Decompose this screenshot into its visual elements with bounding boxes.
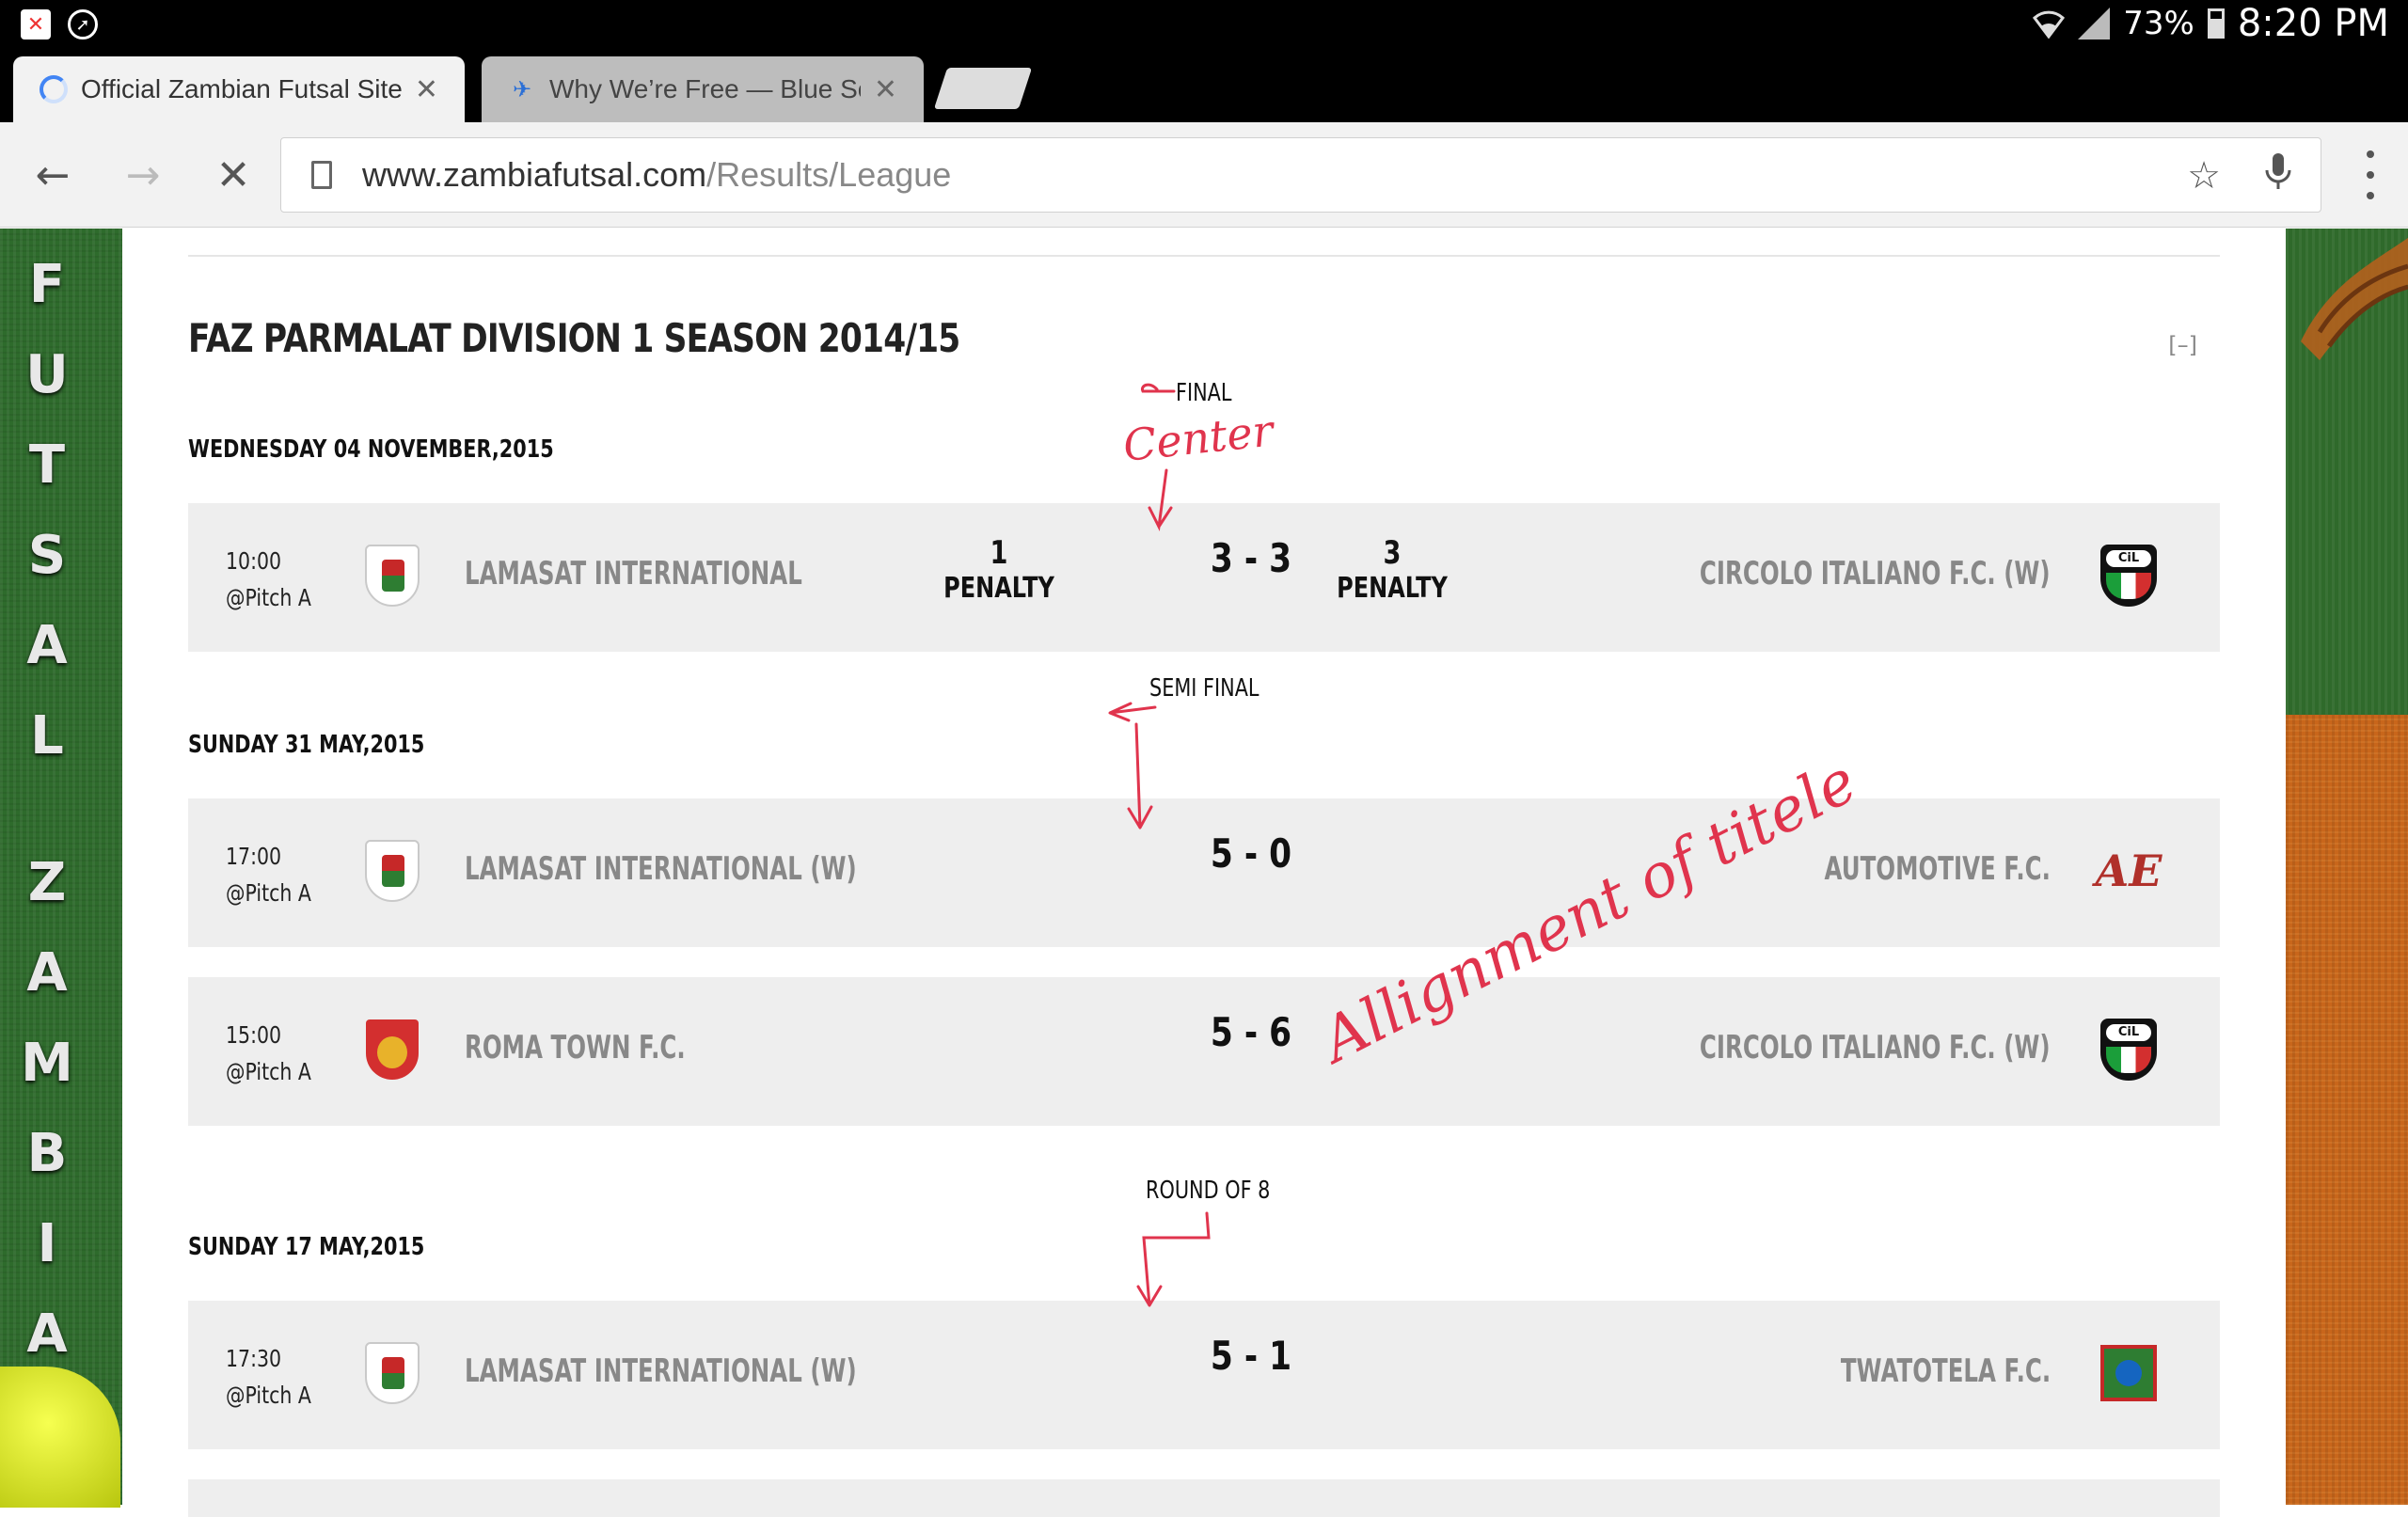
bookmark-star-icon[interactable]: ☆ (2187, 154, 2221, 198)
banner-text: FUTSALZAMBIA (0, 240, 94, 1380)
tab-title: Official Zambian Futsal Site (81, 74, 402, 103)
lamasat-crest-icon (361, 541, 423, 610)
status-right: 73% 8:20 PM (2033, 2, 2389, 45)
match-date: SUNDAY 31 MAY,2015 (188, 731, 425, 759)
match-time: 17:30 @Pitch A (226, 1345, 311, 1409)
match-score: 5 - 6 (1210, 1009, 1292, 1055)
results-panel: FAZ PARMALAT DIVISION 1 SEASON 2014/15 [… (122, 229, 2286, 1517)
notification-close-icon: ✕ (21, 9, 51, 40)
match-score: 3 - 3 (1210, 535, 1292, 581)
back-arrow-icon[interactable]: ← (28, 150, 77, 199)
banner-letter: U (25, 344, 69, 405)
banner-letter: L (30, 705, 64, 766)
lamasat-crest-icon (361, 836, 423, 906)
battery-icon (2207, 8, 2225, 39)
match-time: 15:00 @Pitch A (226, 1021, 311, 1085)
match-time: 17:00 @Pitch A (226, 843, 311, 907)
home-team[interactable]: LAMASAT INTERNATIONAL (465, 555, 802, 593)
collapse-toggle[interactable]: [–] (2168, 332, 2197, 358)
microphone-icon[interactable] (2264, 151, 2292, 200)
tab-inactive[interactable]: ✈ Why We’re Free — Blue Som ✕ (482, 56, 924, 122)
loading-spinner-icon (40, 75, 68, 103)
roma-crest-icon (361, 1015, 423, 1084)
banner-letter: M (21, 1033, 73, 1094)
home-team[interactable]: ROMA TOWN F.C. (465, 1029, 686, 1067)
browser-toolbar: ← → ✕ www.zambiafutsal.com/Results/Leagu… (0, 122, 2408, 228)
match-row[interactable]: 10:00 @Pitch A LAMASAT INTERNATIONAL 1 PEN… (188, 503, 2220, 652)
banner-letter: T (28, 435, 66, 496)
match-score: 5 - 1 (1210, 1333, 1292, 1379)
match-date: SUNDAY 17 MAY,2015 (188, 1233, 425, 1261)
match-row[interactable]: 17:00 @Pitch A LAMASAT INTERNATIONAL (W) … (188, 798, 2220, 947)
url-host: www.zambiafutsal.com (362, 155, 707, 194)
divider (188, 255, 2220, 257)
forward-arrow-icon[interactable]: → (119, 150, 167, 199)
new-tab-button[interactable] (933, 68, 1033, 109)
banner-letter: I (37, 1213, 57, 1274)
status-bar: ✕ ➚ 73% 8:20 PM (0, 0, 2408, 47)
futsal-zambia-banner: FUTSALZAMBIA (0, 229, 122, 1508)
overflow-menu-icon[interactable] (2361, 150, 2380, 199)
tab-active[interactable]: Official Zambian Futsal Site ✕ (13, 56, 465, 122)
away-penalty: 3 PENALTY (1337, 534, 1448, 605)
lamasat-crest-icon (361, 1338, 423, 1408)
match-date: WEDNESDAY 04 NOVEMBER,2015 (188, 435, 554, 464)
banner-letter: Z (27, 852, 67, 913)
match-row (188, 1479, 2220, 1517)
away-team[interactable]: AUTOMOTIVE F.C. (1825, 850, 2051, 888)
match-score: 5 - 0 (1210, 830, 1292, 877)
away-team[interactable]: CIRCOLO ITALIANO F.C. (W) (1700, 1029, 2051, 1067)
away-team[interactable]: TWATOTELA F.C. (1841, 1352, 2051, 1390)
banner-letter: S (27, 525, 67, 586)
wifi-icon (2033, 9, 2066, 40)
cell-signal-icon (2078, 8, 2111, 40)
tab-strip: Official Zambian Futsal Site ✕ ✈ Why We’… (0, 47, 2408, 122)
banner-letter: A (26, 942, 68, 1003)
banner-letter: A (26, 615, 68, 676)
match-row[interactable]: 15:00 @Pitch A ROMA TOWN F.C. 5 - 6 CIRCO… (188, 977, 2220, 1126)
twatotela-crest-icon (2098, 1338, 2160, 1408)
web-page: FUTSALZAMBIA FAZ PARMALAT DIVISION 1 SEA… (0, 229, 2408, 1517)
page-info-icon[interactable] (311, 161, 332, 189)
league-title: FAZ PARMALAT DIVISION 1 SEASON 2014/15 (188, 315, 960, 361)
stop-loading-icon[interactable]: ✕ (209, 150, 258, 199)
automotive-crest-icon: AE (2095, 845, 2162, 896)
tab-close-icon[interactable]: ✕ (874, 73, 897, 106)
circolo-crest-icon: CiL (2098, 541, 2160, 610)
battery-percent: 73% (2123, 5, 2194, 42)
clock: 8:20 PM (2237, 2, 2389, 45)
match-time: 10:00 @Pitch A (226, 547, 311, 611)
circolo-crest-icon: CiL (2098, 1015, 2160, 1084)
url-path: /Results/League (706, 155, 952, 194)
away-team[interactable]: CIRCOLO ITALIANO F.C. (W) (1700, 555, 2051, 593)
address-bar[interactable]: www.zambiafutsal.com/Results/League ☆ (280, 137, 2321, 213)
banner-letter: B (26, 1123, 68, 1184)
tab-title: Why We’re Free — Blue Som (549, 74, 861, 103)
notification-icons: ✕ ➚ (21, 9, 98, 40)
soccer-ball-image (0, 1367, 120, 1508)
zambia-flag-banner (2286, 229, 2408, 1505)
round-label: ROUND OF 8 (1146, 1177, 1271, 1205)
home-penalty: 1 PENALTY (943, 534, 1054, 605)
round-label: SEMI FINAL (1149, 674, 1259, 703)
match-row[interactable]: 17:30 @Pitch A LAMASAT INTERNATIONAL (W) … (188, 1301, 2220, 1449)
banner-letter: F (28, 254, 66, 315)
omnibox-actions: ☆ (2187, 138, 2321, 213)
home-team[interactable]: LAMASAT INTERNATIONAL (W) (465, 1352, 857, 1390)
round-label: FINAL (1176, 379, 1232, 407)
eagle-icon (2301, 238, 2408, 360)
home-team[interactable]: LAMASAT INTERNATIONAL (W) (465, 850, 857, 888)
site-favicon-icon: ✈ (512, 76, 532, 103)
tab-close-icon[interactable]: ✕ (415, 73, 438, 106)
compass-icon: ➚ (68, 9, 98, 40)
